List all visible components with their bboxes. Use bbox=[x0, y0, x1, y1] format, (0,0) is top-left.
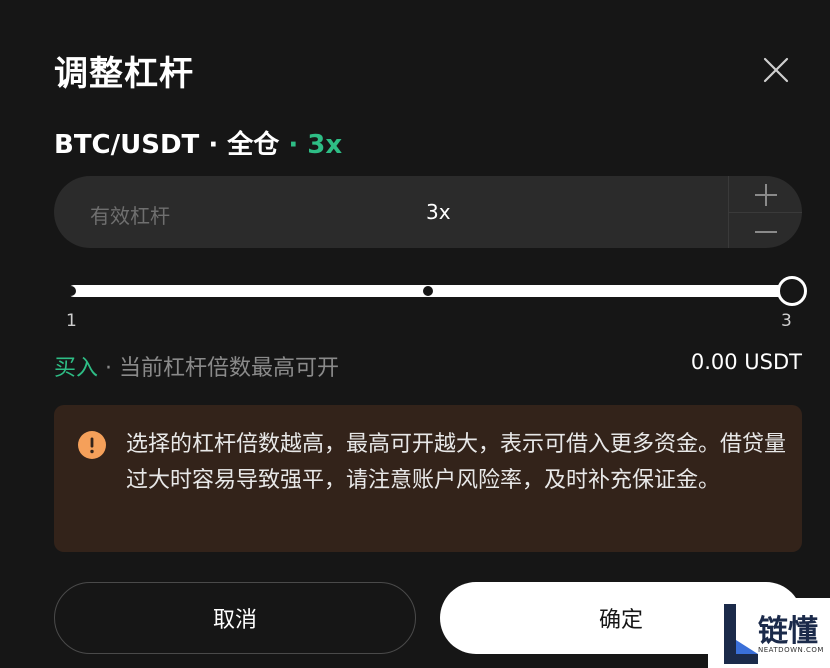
cancel-button[interactable]: 取消 bbox=[54, 582, 416, 654]
slider-thumb[interactable] bbox=[777, 276, 807, 306]
pair-info: BTC/USDT · 全仓 · 3x bbox=[54, 124, 342, 161]
minus-icon bbox=[755, 231, 777, 233]
current-leverage: · 3x bbox=[279, 130, 343, 160]
brand-name: 链懂 bbox=[758, 614, 818, 649]
leverage-slider[interactable] bbox=[64, 276, 807, 306]
leverage-label: 有效杠杆 bbox=[90, 204, 170, 228]
warning-icon bbox=[78, 431, 106, 459]
margin-mode: 全仓 bbox=[227, 130, 280, 160]
risk-warning: 选择的杠杆倍数越高，最高可开越大，表示可借入更多资金。借贷量过大时容易导致强平，… bbox=[54, 405, 802, 552]
close-icon[interactable] bbox=[760, 54, 792, 86]
pair-symbol: BTC/USDT bbox=[54, 130, 200, 160]
leverage-input-box[interactable]: 有效杠杆 3x bbox=[54, 176, 802, 248]
brand-domain: NEATDOWN.COM bbox=[758, 646, 824, 654]
page-title: 调整杠杆 bbox=[54, 54, 194, 94]
slider-min-label: 1 bbox=[66, 311, 77, 331]
plus-icon bbox=[755, 184, 777, 206]
slider-mark[interactable] bbox=[423, 286, 433, 296]
increase-button[interactable] bbox=[729, 176, 803, 212]
max-open-amount: 0.00 USDT bbox=[690, 350, 802, 374]
watermark-logo: 链懂 NEATDOWN.COM bbox=[708, 598, 830, 668]
separator: · bbox=[199, 130, 228, 160]
warning-text: 选择的杠杆倍数越高，最高可开越大，表示可借入更多资金。借贷量过大时容易导致强平，… bbox=[126, 432, 787, 493]
leverage-value[interactable]: 3x bbox=[426, 200, 451, 224]
max-open-description: · 当前杠杆倍数最高可开 bbox=[98, 356, 339, 381]
side-label: 买入 bbox=[54, 356, 99, 381]
leverage-stepper bbox=[728, 176, 802, 248]
max-open-row: 买入 · 当前杠杆倍数最高可开 0.00 USDT bbox=[54, 350, 802, 382]
slider-max-label: 3 bbox=[781, 311, 792, 331]
decrease-button[interactable] bbox=[729, 212, 803, 248]
slider-mark[interactable] bbox=[66, 286, 76, 296]
